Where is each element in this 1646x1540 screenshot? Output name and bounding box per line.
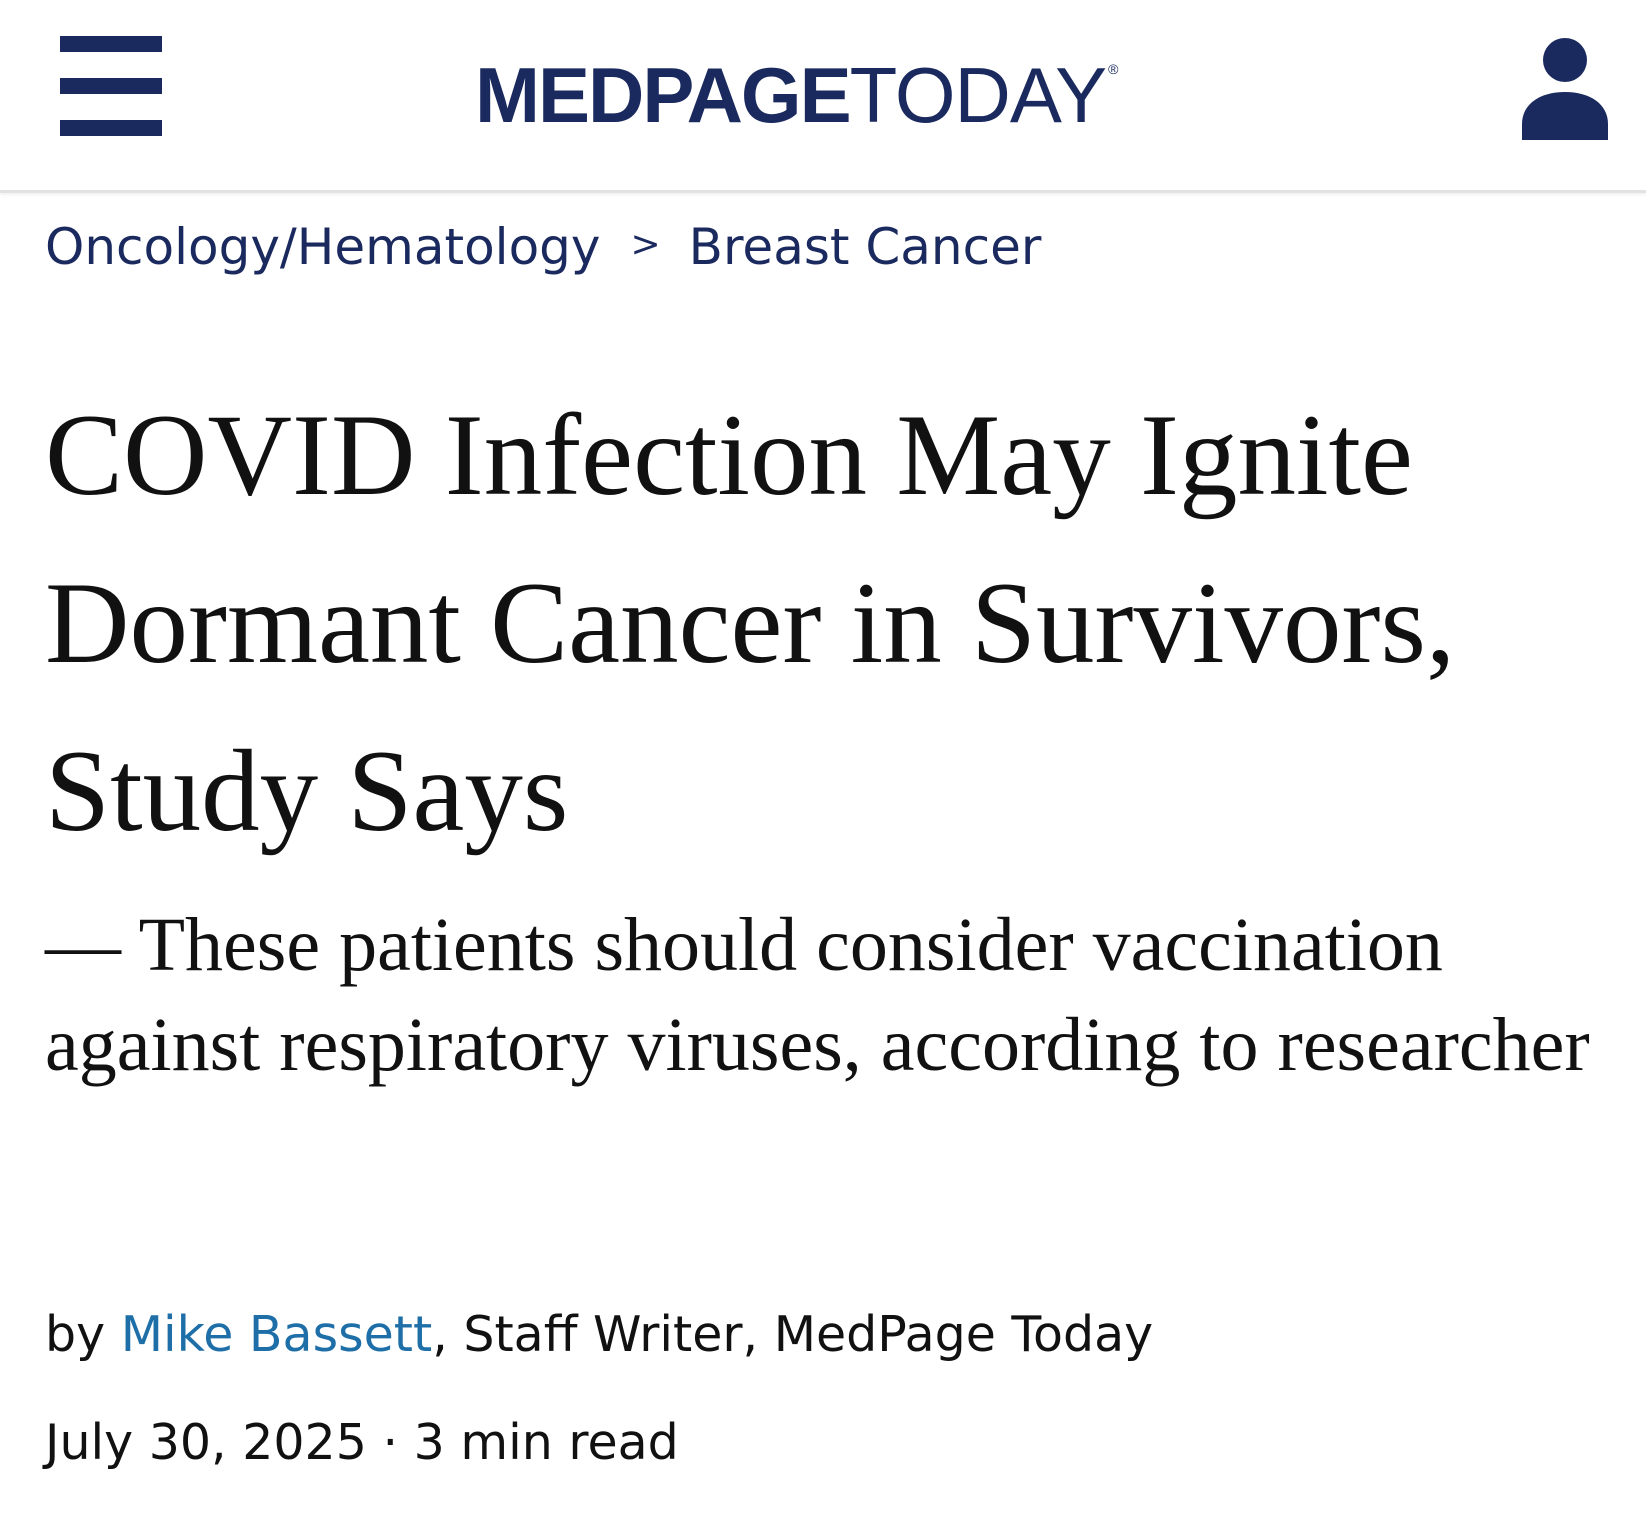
- site-header: MEDPAGE TODAY ®: [0, 0, 1646, 193]
- breadcrumb-link-breast-cancer[interactable]: Breast Cancer: [689, 218, 1042, 276]
- logo-bold-text: MEDPAGE: [475, 51, 852, 139]
- hamburger-menu-icon[interactable]: [60, 36, 164, 140]
- article-byline: by Mike Bassett, Staff Writer, MedPage T…: [45, 1306, 1153, 1363]
- article-headline: COVID Infection May Ignite Dormant Cance…: [45, 391, 1456, 856]
- site-logo[interactable]: MEDPAGE TODAY ®: [475, 50, 1119, 139]
- article-dek: — These patients should consider vaccina…: [45, 903, 1590, 1087]
- user-account-icon-graphic: [1522, 38, 1608, 140]
- byline-prefix: by: [45, 1306, 121, 1363]
- read-time: 3 min read: [413, 1414, 679, 1471]
- author-role: , Staff Writer, MedPage Today: [432, 1306, 1154, 1363]
- author-link[interactable]: Mike Bassett: [121, 1306, 433, 1363]
- breadcrumb-link-oncology-hematology[interactable]: Oncology/Hematology: [45, 218, 601, 276]
- dateline-separator: ·: [366, 1414, 414, 1471]
- menu-bar: [60, 120, 162, 136]
- menu-bar: [60, 78, 162, 94]
- logo-registered-mark: ®: [1108, 61, 1118, 77]
- user-account-icon[interactable]: [1520, 36, 1610, 140]
- publish-date: July 30, 2025: [45, 1414, 367, 1471]
- article-dateline: July 30, 2025 · 3 min read: [45, 1414, 679, 1471]
- breadcrumb-separator: >: [630, 224, 661, 265]
- logo-light-text: TODAY: [849, 51, 1107, 139]
- breadcrumb: Oncology/Hematology > Breast Cancer: [45, 218, 1041, 276]
- menu-bar: [60, 36, 162, 52]
